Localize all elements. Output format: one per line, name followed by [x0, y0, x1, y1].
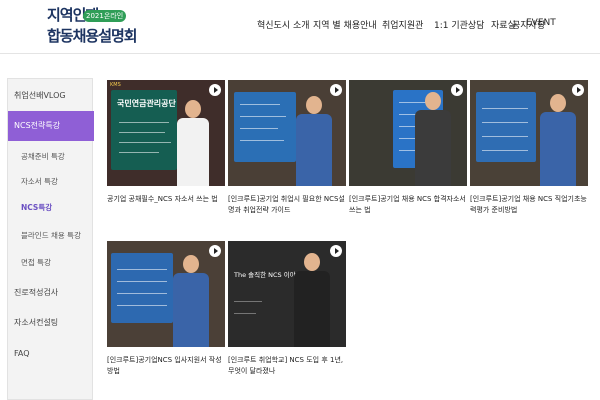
- video-thumbnail[interactable]: [349, 80, 467, 186]
- video-title[interactable]: [인크루트]공기업 채용 NCS 합격자소서 쓰는 법: [349, 194, 467, 216]
- board-heading: The 솔직한 NCS 이야기: [234, 271, 302, 279]
- video-thumbnail[interactable]: [107, 241, 225, 347]
- play-icon[interactable]: [209, 84, 221, 96]
- video-thumbnail[interactable]: KMS 국민연금관리공단: [107, 80, 225, 186]
- video-title[interactable]: [인크루트 취업학교] NCS 도입 후 1년, 무엇이 달라졌나: [228, 355, 346, 377]
- nav-item-consultation[interactable]: 1:1 기관상담: [434, 18, 484, 31]
- play-icon[interactable]: [572, 84, 584, 96]
- sidebar-item-resume-lecture[interactable]: 자소서 특강: [8, 176, 94, 187]
- site-logo[interactable]: 지역인재 2021온라인 합동채용설명회: [47, 4, 138, 48]
- sidebar-item-ncs-lecture[interactable]: NCS전략특강: [8, 111, 94, 141]
- sidebar: 취업선배VLOG NCS전략특강 공채준비 특강 자소서 특강 NCS특강 블라…: [7, 78, 94, 400]
- sidebar-item-ncs[interactable]: NCS특강: [8, 202, 94, 213]
- video-title[interactable]: [인크루트]공기업 채용 NCS 직업기초능력평가 준비방법: [470, 194, 588, 216]
- sidebar-item-faq[interactable]: FAQ: [8, 349, 94, 358]
- video-thumbnail[interactable]: The 솔직한 NCS 이야기: [228, 241, 346, 347]
- sidebar-item-blind-hiring[interactable]: 블라인드 채용 특강: [8, 230, 94, 241]
- site-header: 지역인재 2021온라인 합동채용설명회 혁신도시 소개 지역 별 채용안내 취…: [0, 0, 600, 54]
- nav-item-job-support[interactable]: 취업지원관: [382, 18, 423, 31]
- video-corner-mark: KMS: [110, 82, 121, 88]
- video-thumbnail[interactable]: [470, 80, 588, 186]
- video-title[interactable]: [인크루트]공기업NCS 입사지원서 작성방법: [107, 355, 225, 377]
- logo-line2: 합동채용설명회: [47, 27, 138, 45]
- logo-badge: 2021온라인: [83, 10, 127, 22]
- play-icon[interactable]: [451, 84, 463, 96]
- play-icon[interactable]: [330, 84, 342, 96]
- play-icon[interactable]: [209, 245, 221, 257]
- sidebar-item-vlog[interactable]: 취업선배VLOG: [8, 90, 94, 101]
- sidebar-item-resume-consulting[interactable]: 자소서컨설팅: [8, 317, 94, 328]
- video-title[interactable]: [인크루트]공기업 취업시 필요한 NCS설명과 취업전략 가이드: [228, 194, 346, 216]
- sidebar-item-interview[interactable]: 면접 특강: [8, 257, 94, 268]
- board-heading: 국민연금관리공단: [117, 99, 176, 108]
- nav-item-regional-hiring[interactable]: 지역 별 채용안내: [313, 18, 377, 31]
- video-title[interactable]: 공기업 공채필수_NCS 자소서 쓰는 법: [107, 194, 225, 205]
- sidebar-item-recruitment-prep[interactable]: 공채준비 특강: [8, 151, 94, 162]
- nav-item-notice[interactable]: 공지사항: [512, 18, 545, 31]
- sidebar-item-aptitude-test[interactable]: 진로적성검사: [8, 287, 94, 298]
- nav-item-innovation-city[interactable]: 혁신도시 소개: [257, 18, 310, 31]
- play-icon[interactable]: [330, 245, 342, 257]
- video-thumbnail[interactable]: [228, 80, 346, 186]
